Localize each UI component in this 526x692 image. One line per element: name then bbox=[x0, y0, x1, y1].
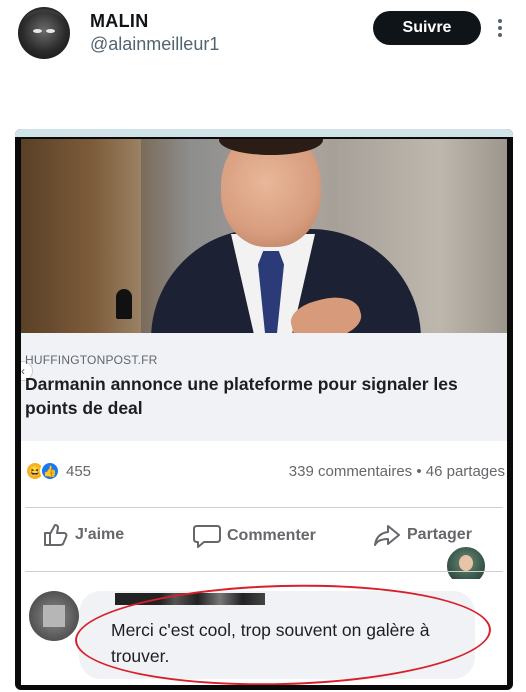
share-label: Partager bbox=[407, 526, 472, 543]
author-name[interactable]: MALIN bbox=[90, 11, 149, 32]
like-action: J'aime bbox=[43, 523, 124, 547]
comment-action: Commenter bbox=[193, 523, 316, 549]
follow-button[interactable]: Suivre bbox=[373, 11, 481, 45]
divider bbox=[25, 507, 503, 508]
more-vertical-icon[interactable] bbox=[492, 16, 508, 40]
tweet-header: MALIN @alainmeilleur1 Suivre bbox=[0, 0, 526, 70]
microphone bbox=[116, 289, 132, 319]
like-reaction-icon: 👍 bbox=[40, 461, 60, 481]
commenter-avatar bbox=[29, 591, 79, 641]
reactions-summary: 😆 👍 455 bbox=[25, 461, 91, 481]
comment-label: Commenter bbox=[227, 527, 316, 544]
reaction-count: 455 bbox=[66, 462, 92, 480]
author-handle[interactable]: @alainmeilleur1 bbox=[90, 34, 219, 55]
divider bbox=[25, 571, 503, 572]
comments-shares-count: 339 commentaires • 46 partages bbox=[288, 463, 505, 480]
share-arrow-icon bbox=[374, 525, 400, 546]
author-avatar[interactable] bbox=[18, 7, 70, 59]
article-headline: Darmanin annonce une plateforme pour sig… bbox=[25, 374, 458, 418]
tweet-media-image[interactable]: ‹ HUFFINGTONPOST.FR Darmanin annonce une… bbox=[15, 129, 513, 690]
thumbs-up-icon bbox=[44, 524, 68, 546]
link-source: HUFFINGTONPOST.FR bbox=[25, 353, 158, 367]
speech-bubble-icon bbox=[193, 525, 221, 548]
share-action: Partager bbox=[373, 523, 472, 547]
facebook-post-screenshot: ‹ HUFFINGTONPOST.FR Darmanin annonce une… bbox=[21, 139, 507, 685]
media-top-strip bbox=[15, 129, 513, 137]
like-label: J'aime bbox=[75, 526, 125, 543]
article-photo bbox=[21, 139, 507, 333]
